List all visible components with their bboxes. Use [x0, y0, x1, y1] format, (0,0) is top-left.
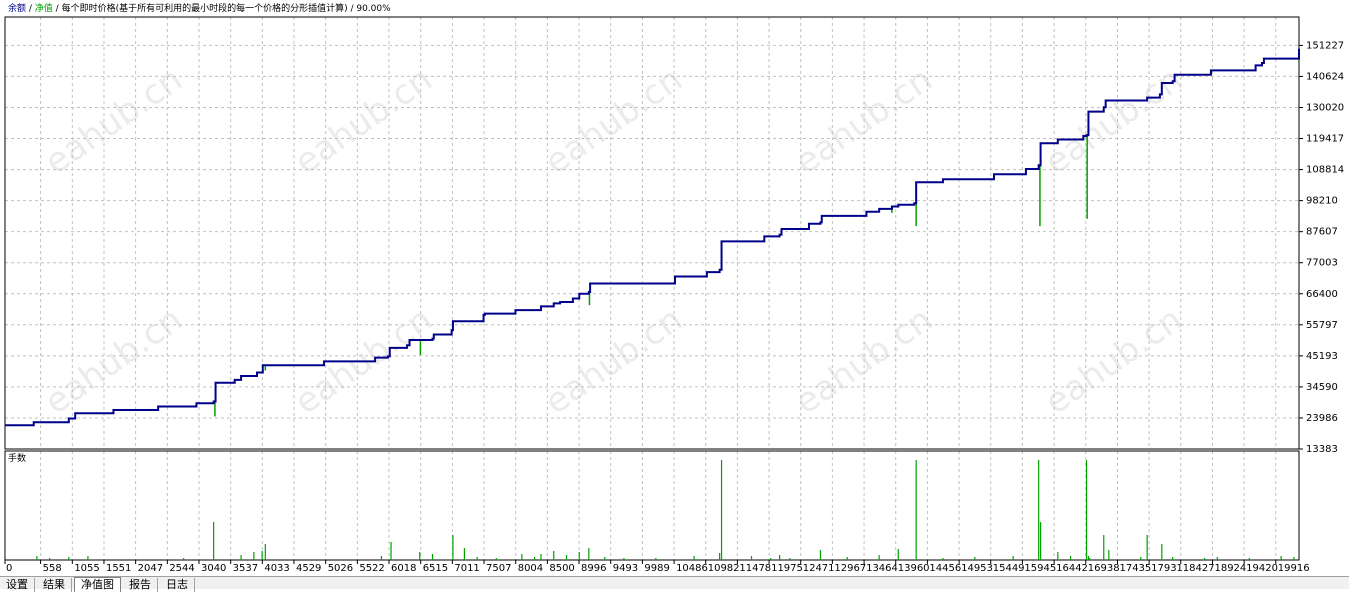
x-tick-label: 4033	[264, 563, 289, 574]
y-tick-label: 34590	[1306, 382, 1338, 393]
x-tick-label: 5522	[359, 563, 384, 574]
x-tick-label: 6018	[391, 563, 416, 574]
y-tick-label: 77003	[1306, 258, 1338, 269]
y-tick-label: 140624	[1306, 71, 1344, 82]
lots-bars	[36, 460, 1295, 560]
x-tick-label: 10982	[708, 563, 740, 574]
x-tick-label: 18924	[1214, 563, 1246, 574]
y-tick-label: 87607	[1306, 227, 1338, 238]
x-tick-label: 15449	[993, 563, 1025, 574]
watermark-text: eahub.cn	[1038, 59, 1190, 182]
x-tick-label: 15945	[1024, 563, 1056, 574]
x-tick-label: 14456	[929, 563, 961, 574]
equity-chart: eahub.cn eahub.cn eahub.cn eahub.cn eahub.cn…	[4, 16, 1344, 574]
y-axis-ticks: 13383 23986 34590 45193 55797 66400 77003 87607…	[1299, 40, 1344, 455]
x-tick-label: 6515	[423, 563, 448, 574]
x-tick-label: 3537	[233, 563, 258, 574]
x-tick-label: 16938	[1088, 563, 1120, 574]
x-tick-label: 8004	[518, 563, 543, 574]
x-tick-label: 19420	[1246, 563, 1278, 574]
x-tick-label: 7011	[454, 563, 479, 574]
y-tick-label: 108814	[1306, 165, 1344, 176]
x-tick-label: 17931	[1151, 563, 1183, 574]
x-tick-label: 14953	[961, 563, 993, 574]
y-tick-label: 98210	[1306, 196, 1338, 207]
x-tick-label: 8996	[581, 563, 606, 574]
tab-2[interactable]: 净值图	[74, 577, 121, 592]
x-tick-label: 1055	[74, 563, 99, 574]
x-tick-label: 4529	[296, 563, 321, 574]
x-tick-label: 558	[43, 563, 62, 574]
tab-3[interactable]: 报告	[123, 578, 158, 592]
x-tick-label: 12967	[834, 563, 866, 574]
y-tick-label: 23986	[1306, 413, 1338, 424]
x-tick-label: 2047	[138, 563, 163, 574]
y-tick-label: 66400	[1306, 289, 1338, 300]
watermark-text: eahub.cn	[538, 59, 690, 182]
y-tick-label: 55797	[1306, 320, 1338, 331]
watermark-text: eahub.cn	[288, 59, 440, 182]
x-tick-label: 5026	[328, 563, 353, 574]
x-tick-label: 18427	[1183, 563, 1215, 574]
x-tick-label: 17435	[1119, 563, 1151, 574]
x-tick-label: 0	[6, 563, 12, 574]
y-tick-label: 45193	[1306, 351, 1338, 362]
tab-bar: 设置 结果 净值图 报告 日志	[0, 576, 1349, 592]
x-tick-label: 9989	[644, 563, 669, 574]
tab-1[interactable]: 结果	[37, 578, 72, 592]
tab-0[interactable]: 设置	[0, 578, 35, 592]
tab-4[interactable]: 日志	[160, 578, 195, 592]
x-tick-label: 11478	[739, 563, 771, 574]
x-tick-label: 12471	[803, 563, 835, 574]
x-tick-label: 11975	[771, 563, 803, 574]
x-tick-label: 13960	[898, 563, 930, 574]
y-tick-label: 151227	[1306, 40, 1344, 51]
x-tick-label: 7507	[486, 563, 511, 574]
x-tick-label: 1551	[106, 563, 131, 574]
x-tick-label: 13464	[866, 563, 898, 574]
x-tick-label: 2544	[169, 563, 194, 574]
x-tick-label: 3040	[201, 563, 226, 574]
watermark-layer: eahub.cn eahub.cn eahub.cn eahub.cn eahub.cn…	[38, 59, 1190, 422]
x-tick-label: 9493	[613, 563, 638, 574]
y-tick-label: 119417	[1306, 134, 1344, 145]
x-tick-label: 10486	[676, 563, 708, 574]
x-tick-label: 8500	[549, 563, 574, 574]
x-tick-label: 19916	[1278, 563, 1310, 574]
lots-panel-label: 手数	[8, 452, 26, 464]
x-axis-ticks: 0 558 1055 1551 2047 2544 3040 3537 4033 4529 5026…	[4, 560, 1310, 574]
x-tick-label: 16442	[1056, 563, 1088, 574]
watermark-text: eahub.cn	[1038, 299, 1190, 422]
y-tick-label: 13383	[1306, 444, 1338, 455]
watermark-text: eahub.cn	[538, 299, 690, 422]
y-tick-label: 130020	[1306, 102, 1344, 113]
